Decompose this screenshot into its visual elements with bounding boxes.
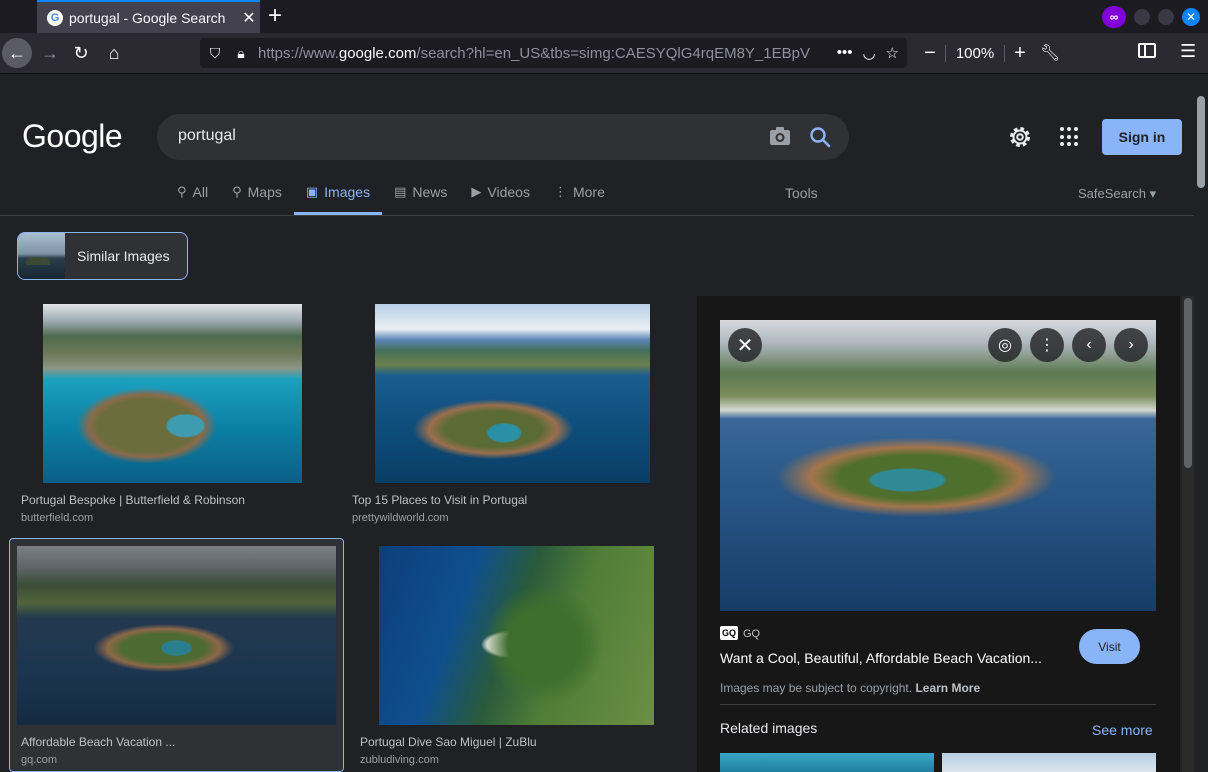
chevron-left-icon[interactable]: ‹ — [1072, 328, 1106, 362]
preview-image[interactable] — [720, 320, 1156, 611]
similar-thumbnail — [18, 233, 65, 279]
tab-title: portugal - Google Search — [69, 9, 226, 26]
result-image[interactable] — [379, 546, 654, 725]
tab-all[interactable]: ⚲ All — [165, 176, 220, 215]
image-result[interactable]: Portugal Dive Sao Miguel | ZuBlu zubludi… — [350, 538, 680, 772]
close-icon[interactable]: ✕ — [728, 328, 762, 362]
close-window-button[interactable]: ✕ — [1182, 8, 1200, 26]
home-button[interactable]: ⌂ — [99, 38, 129, 68]
chevron-right-icon[interactable]: › — [1114, 328, 1148, 362]
safesearch-button[interactable]: SafeSearch ▾ — [1078, 186, 1156, 202]
tab-videos[interactable]: ▶ Videos — [459, 176, 542, 215]
apps-grid-icon[interactable] — [1060, 127, 1080, 147]
search-box[interactable]: portugal — [157, 114, 849, 160]
see-more-link[interactable]: See more — [1092, 722, 1153, 738]
private-browsing-icon: ∞ — [1102, 6, 1126, 28]
result-source: zubludiving.com — [360, 754, 439, 766]
result-source: butterfield.com — [21, 512, 94, 524]
related-images-heading: Related images — [720, 720, 818, 736]
wrench-icon[interactable]: 🔧︎ — [1040, 43, 1060, 63]
more-options-icon[interactable]: ⋮ — [1030, 328, 1064, 362]
sign-in-button[interactable]: Sign in — [1102, 119, 1182, 155]
back-button[interactable]: ← — [2, 38, 32, 68]
tab-images[interactable]: ▣ Images — [293, 176, 383, 215]
gear-icon[interactable] — [1008, 125, 1032, 149]
related-image[interactable] — [720, 753, 934, 772]
star-icon[interactable]: ☆ — [886, 44, 899, 62]
google-favicon-icon: G — [47, 9, 63, 26]
news-icon: ▤ — [394, 184, 407, 199]
tab-more[interactable]: ⋮ More — [542, 176, 617, 215]
maximize-button[interactable] — [1158, 9, 1174, 25]
visit-button[interactable]: Visit — [1079, 629, 1140, 664]
copyright-notice: Images may be subject to copyright. Lear… — [720, 681, 981, 695]
panel-divider — [720, 704, 1156, 705]
source-name: GQ — [743, 628, 761, 640]
panel-scrollbar[interactable] — [1182, 296, 1194, 772]
search-icon: ⚲ — [177, 184, 187, 199]
source-logo: GQ — [720, 626, 738, 640]
menu-icon[interactable]: ☰ — [1180, 41, 1196, 62]
play-icon: ▶ — [471, 184, 482, 199]
minimize-button[interactable] — [1134, 9, 1150, 25]
tools-button[interactable]: Tools — [785, 185, 818, 201]
image-result[interactable]: Top 15 Places to Visit in Portugal prett… — [350, 296, 680, 532]
zoom-in-button[interactable]: + — [1005, 42, 1035, 65]
navigation-toolbar: ← → ↻ ⌂ ⛉ 🔒︎ https://www.google.com/sear… — [0, 33, 1208, 73]
lens-icon[interactable]: ◎ — [988, 328, 1022, 362]
url-text[interactable]: https://www.google.com/search?hl=en_US&t… — [258, 45, 837, 62]
search-input[interactable]: portugal — [178, 127, 236, 145]
search-icon[interactable] — [809, 126, 831, 148]
image-result[interactable]: Portugal Bespoke | Butterfield & Robinso… — [17, 296, 343, 532]
result-caption[interactable]: Portugal Dive Sao Miguel | ZuBlu — [360, 735, 537, 749]
lock-icon[interactable]: 🔒︎ — [230, 45, 252, 62]
pin-icon: ⚲ — [232, 184, 242, 199]
google-logo[interactable]: Google — [22, 118, 123, 155]
result-caption[interactable]: Top 15 Places to Visit in Portugal — [352, 493, 527, 507]
result-image[interactable] — [17, 546, 336, 725]
zoom-out-button[interactable]: − — [915, 42, 945, 65]
tab-strip: G portugal - Google Search ✕ + ∞ ✕ — [0, 0, 1208, 33]
tab-news[interactable]: ▤ News — [382, 176, 459, 215]
reload-button[interactable]: ↻ — [66, 38, 96, 68]
result-caption[interactable]: Portugal Bespoke | Butterfield & Robinso… — [21, 493, 245, 507]
zoom-controls: − 100% + — [915, 38, 1035, 68]
result-image[interactable] — [43, 304, 302, 483]
search-tabs: ⚲ All ⚲ Maps ▣ Images ▤ News ▶ Videos ⋮ More — [165, 176, 617, 215]
similar-images-label: Similar Images — [77, 248, 170, 264]
window-controls: ∞ ✕ — [1102, 6, 1200, 28]
more-icon[interactable]: ••• — [837, 44, 853, 62]
dots-icon: ⋮ — [553, 184, 567, 199]
image-result-selected[interactable]: Affordable Beach Vacation ... gq.com — [9, 538, 344, 772]
zoom-level[interactable]: 100% — [945, 44, 1005, 62]
page-scrollbar[interactable] — [1194, 94, 1208, 772]
image-icon: ▣ — [305, 184, 319, 199]
result-image[interactable] — [375, 304, 650, 483]
new-tab-button[interactable]: + — [268, 3, 282, 29]
header-divider — [0, 215, 1194, 216]
chevron-down-icon: ▾ — [1149, 186, 1157, 201]
preview-title[interactable]: Want a Cool, Beautiful, Affordable Beach… — [720, 650, 1042, 666]
page-top-gap — [0, 73, 1208, 94]
browser-tab[interactable]: G portugal - Google Search ✕ — [37, 0, 260, 33]
result-source: prettywildworld.com — [352, 512, 449, 524]
tab-maps[interactable]: ⚲ Maps — [220, 176, 294, 215]
result-caption[interactable]: Affordable Beach Vacation ... — [21, 735, 175, 749]
url-bar[interactable]: ⛉ 🔒︎ https://www.google.com/search?hl=en… — [200, 38, 907, 68]
sidebar-icon[interactable] — [1138, 43, 1156, 58]
result-source: gq.com — [21, 754, 58, 766]
close-tab-icon[interactable]: ✕ — [238, 8, 260, 28]
forward-button[interactable]: → — [35, 38, 65, 68]
learn-more-link[interactable]: Learn More — [915, 681, 980, 695]
related-image[interactable] — [942, 753, 1156, 772]
pocket-icon[interactable]: ◡ — [862, 44, 875, 62]
shield-icon[interactable]: ⛉ — [204, 45, 226, 62]
similar-images-chip[interactable]: Similar Images — [17, 232, 188, 280]
camera-icon[interactable] — [769, 126, 791, 146]
